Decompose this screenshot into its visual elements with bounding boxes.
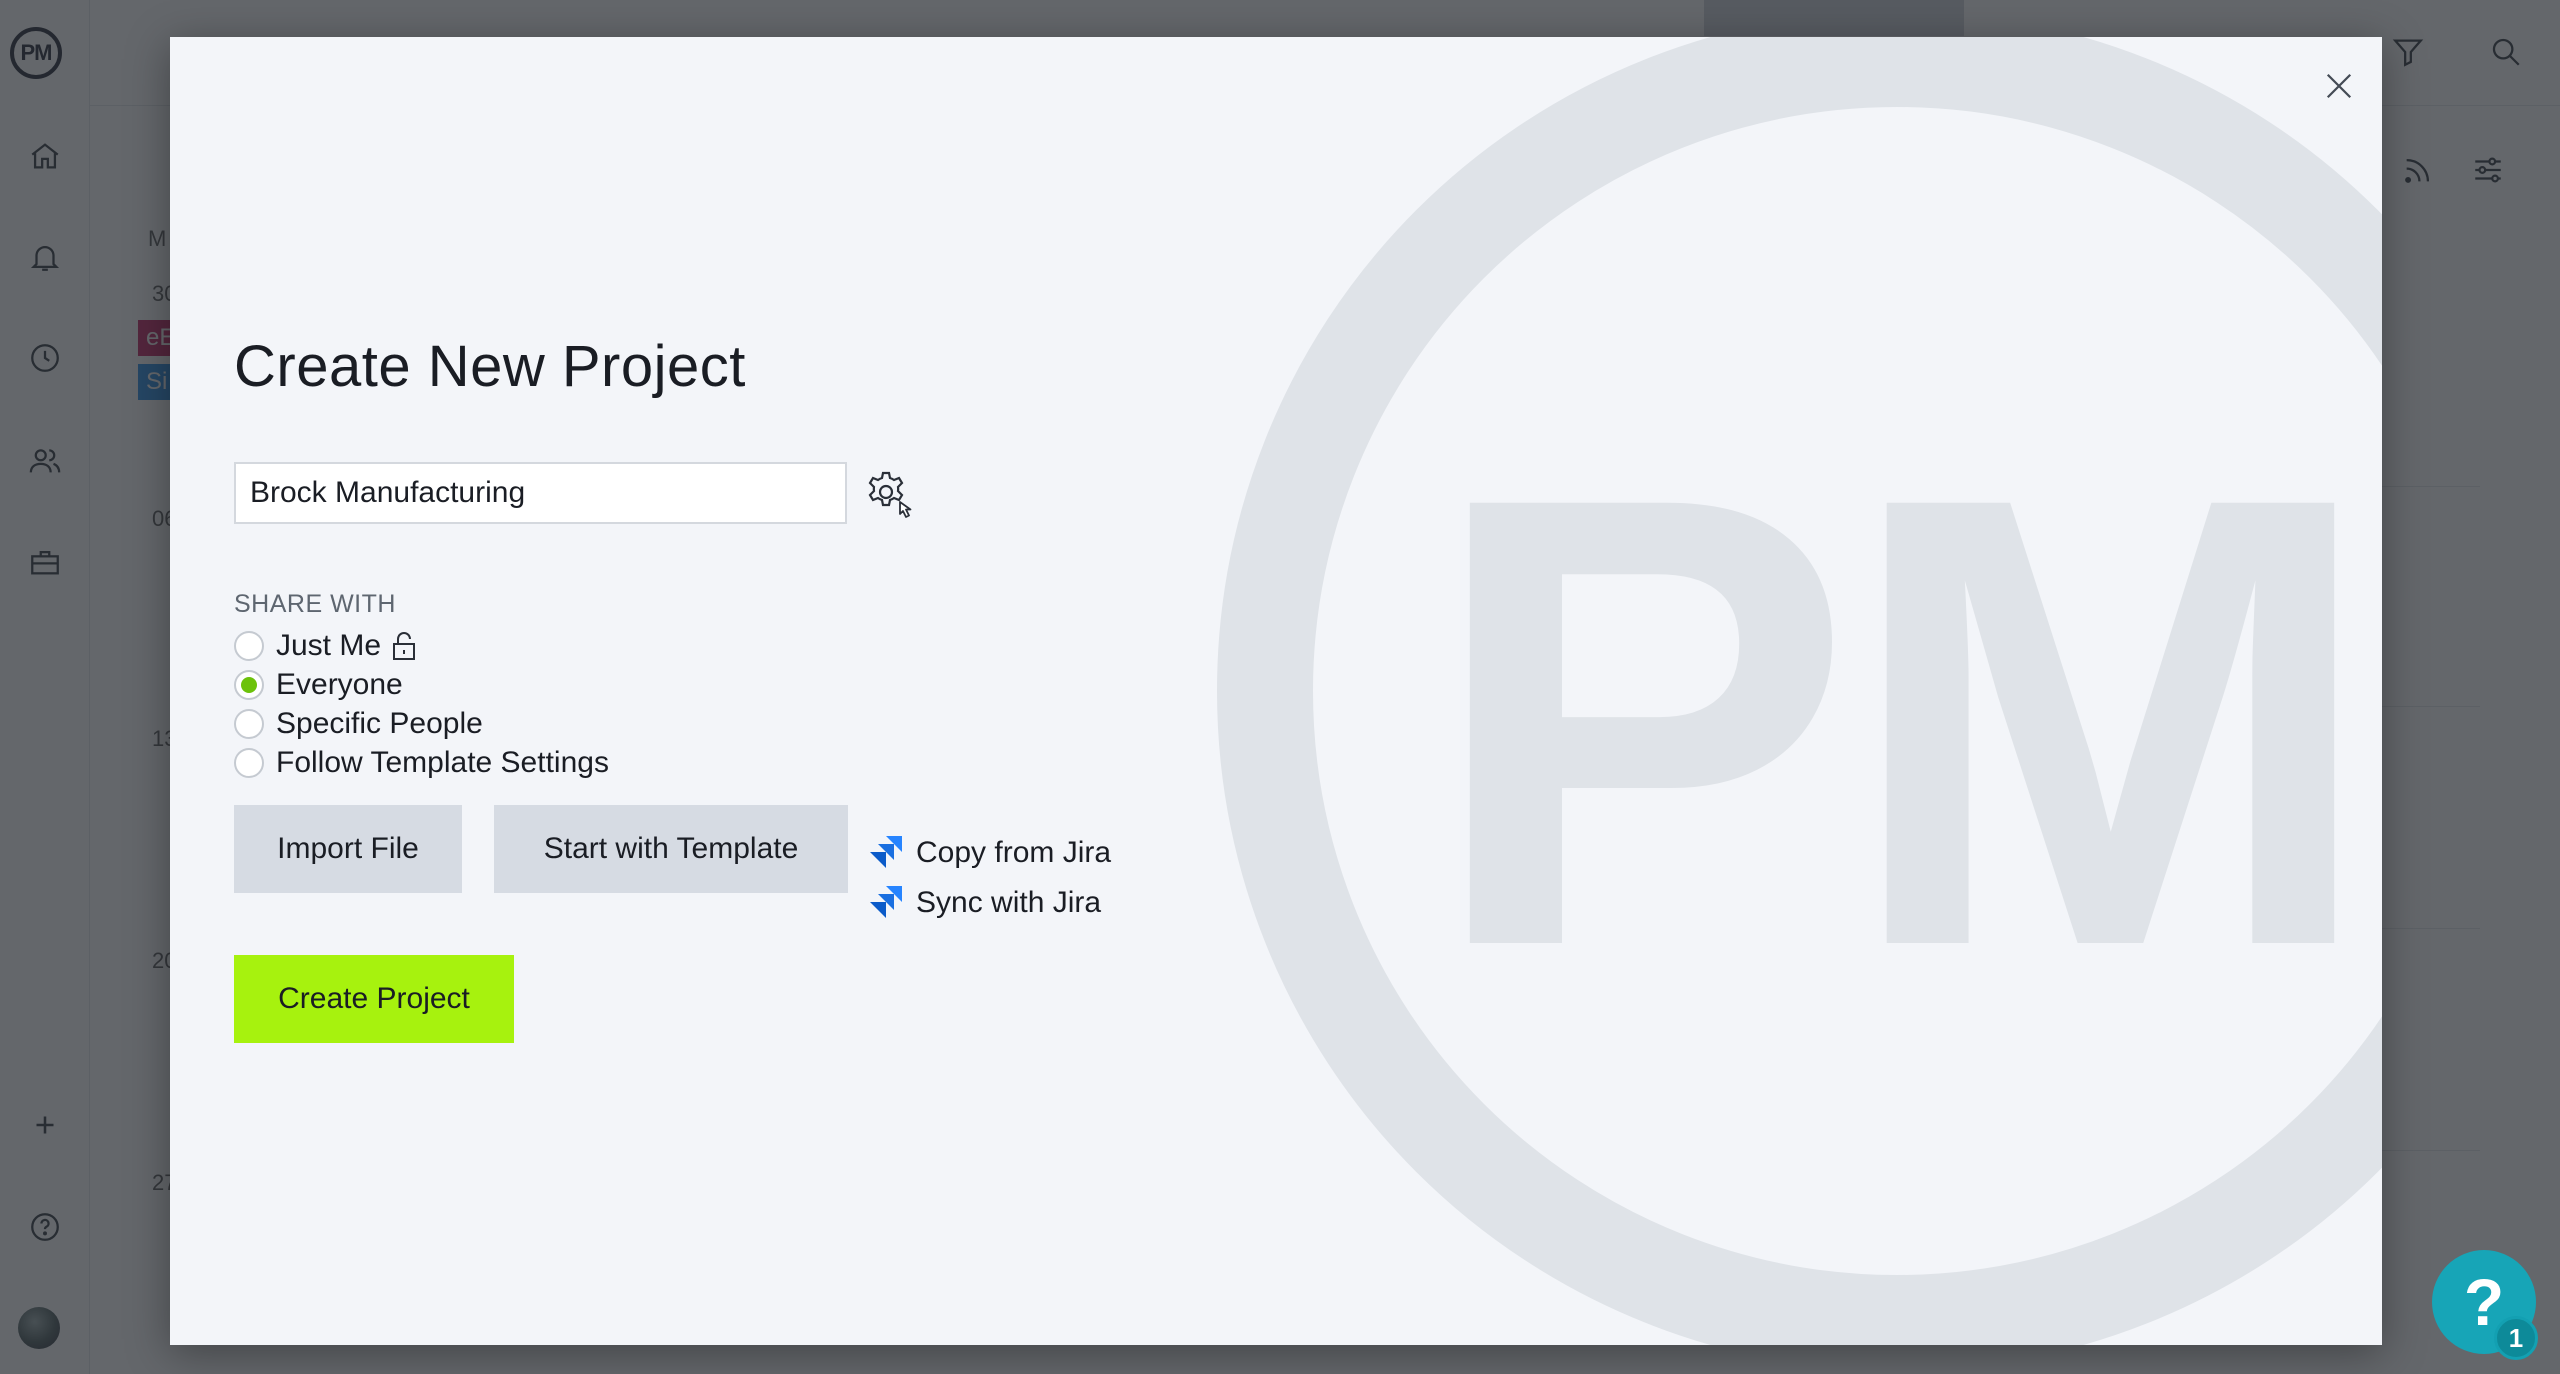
sync-with-jira-link[interactable]: Sync with Jira (866, 881, 1101, 925)
share-option-label: Everyone (276, 668, 403, 701)
copy-from-jira-label: Copy from Jira (916, 836, 1112, 869)
radio-checked-dot (241, 677, 257, 693)
create-project-modal: PM Create New Project SHARE WITH Just Me… (170, 37, 2382, 1345)
share-option-everyone[interactable]: Everyone (234, 665, 403, 705)
radio-button[interactable] (234, 748, 264, 778)
copy-from-jira-link[interactable]: Copy from Jira (866, 831, 1111, 875)
jira-icon (870, 836, 902, 868)
gear-icon (868, 471, 912, 518)
share-option-label: Specific People (276, 707, 483, 740)
radio-button[interactable] (234, 709, 264, 739)
share-option-specific-people[interactable]: Specific People (234, 704, 483, 744)
start-with-template-button[interactable]: Start with Template (494, 805, 848, 893)
share-option-label: Follow Template Settings (276, 746, 609, 779)
share-with-label: SHARE WITH (234, 590, 396, 618)
lock-icon (393, 632, 416, 660)
project-settings-button[interactable] (862, 466, 922, 526)
modal-title: Create New Project (234, 334, 746, 399)
share-option-just-me[interactable]: Just Me (234, 626, 417, 666)
create-project-button[interactable]: Create Project (234, 955, 514, 1043)
watermark-text: PM (1427, 364, 2367, 1079)
sync-with-jira-label: Sync with Jira (916, 886, 1102, 919)
notification-badge: 1 (2494, 1316, 2538, 1360)
share-option-follow-template[interactable]: Follow Template Settings (234, 743, 609, 783)
jira-icon (870, 886, 902, 918)
share-option-label: Just Me (276, 629, 382, 662)
close-button[interactable] (2316, 63, 2362, 109)
close-icon (2326, 73, 2352, 99)
project-name-input[interactable] (234, 462, 847, 524)
import-file-button[interactable]: Import File (234, 805, 462, 893)
pm-watermark-logo: PM (1217, 37, 2382, 1345)
radio-button[interactable] (234, 631, 264, 661)
radio-button[interactable] (234, 670, 264, 700)
